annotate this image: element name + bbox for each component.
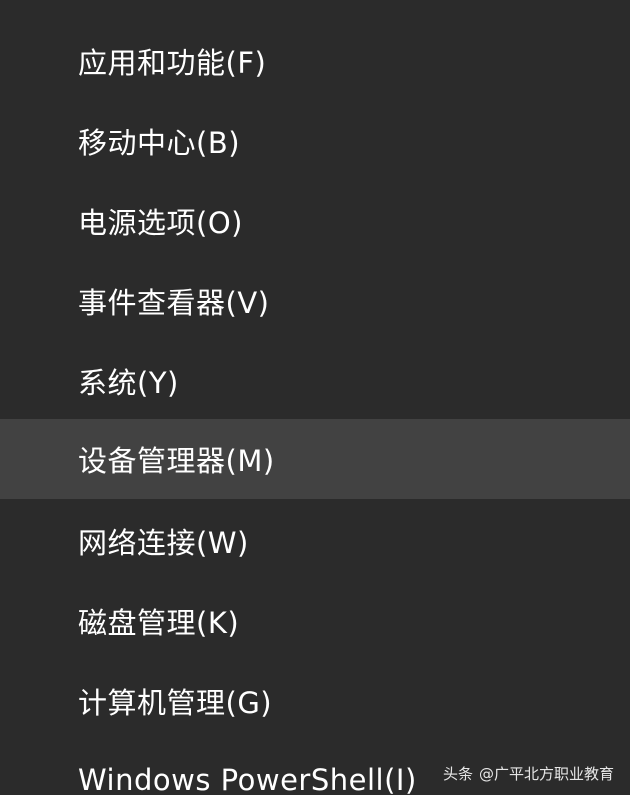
menu-item-power-options[interactable]: 电源选项(O) xyxy=(0,181,630,261)
menu-item-apps-features[interactable]: 应用和功能(F) xyxy=(0,21,630,101)
menu-item-event-viewer[interactable]: 事件查看器(V) xyxy=(0,261,630,341)
menu-item-computer-management[interactable]: 计算机管理(G) xyxy=(0,661,630,741)
context-menu: 应用和功能(F) 移动中心(B) 电源选项(O) 事件查看器(V) 系统(Y) … xyxy=(0,0,630,795)
watermark: 头条 @广平北方职业教育 xyxy=(443,760,614,786)
menu-item-network-connections[interactable]: 网络连接(W) xyxy=(0,501,630,581)
menu-item-device-manager[interactable]: 设备管理器(M) xyxy=(0,419,630,499)
watermark-brand: 头条 xyxy=(442,764,473,783)
menu-item-system[interactable]: 系统(Y) xyxy=(0,341,630,421)
menu-item-mobility-center[interactable]: 移动中心(B) xyxy=(0,101,630,181)
watermark-account: @广平北方职业教育 xyxy=(478,764,614,783)
menu-item-disk-management[interactable]: 磁盘管理(K) xyxy=(0,581,630,661)
